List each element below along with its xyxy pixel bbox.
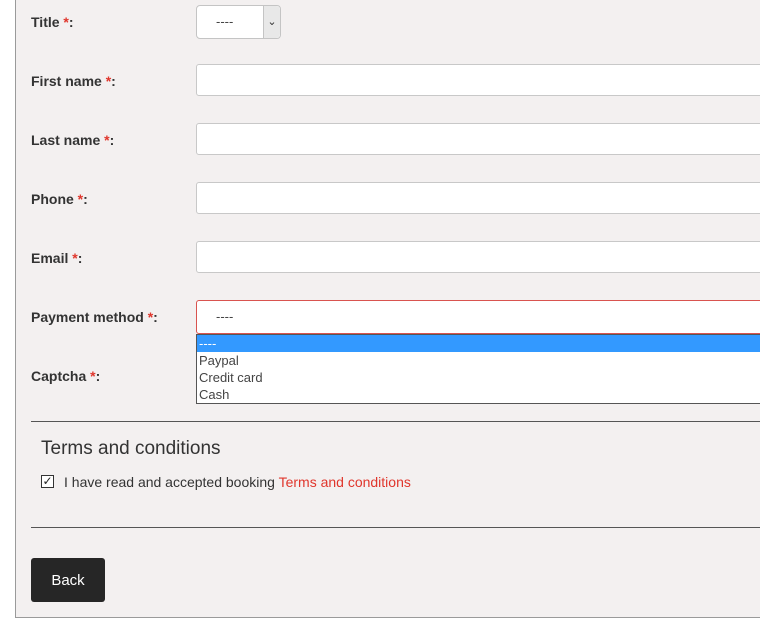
chevron-down-icon: ⌄	[263, 6, 280, 38]
captcha-label: Captcha *:	[31, 368, 101, 384]
payment-method-value: ----	[216, 309, 234, 324]
terms-heading: Terms and conditions	[41, 438, 221, 459]
terms-link[interactable]: Terms and conditions	[279, 474, 411, 490]
section-divider	[31, 421, 760, 422]
back-button[interactable]: Back	[31, 558, 105, 602]
payment-option[interactable]: Credit card	[197, 369, 760, 386]
payment-option[interactable]: ----	[197, 335, 760, 352]
title-label: Title *:	[31, 14, 74, 30]
payment-method-dropdown[interactable]: ---- Paypal Credit card Cash	[196, 334, 760, 404]
payment-option[interactable]: Cash	[197, 386, 760, 403]
first-name-label: First name *:	[31, 73, 116, 89]
terms-statement: I have read and accepted booking Terms a…	[64, 474, 411, 490]
email-label: Email *:	[31, 250, 83, 266]
title-select[interactable]: ---- ⌄	[196, 5, 281, 39]
payment-method-label: Payment method *:	[31, 309, 158, 325]
email-input[interactable]	[196, 241, 760, 273]
section-divider	[31, 527, 760, 528]
last-name-label: Last name *:	[31, 132, 115, 148]
first-name-input[interactable]	[196, 64, 760, 96]
payment-option[interactable]: Paypal	[197, 352, 760, 369]
last-name-input[interactable]	[196, 123, 760, 155]
title-select-value: ----	[216, 14, 234, 29]
payment-method-select[interactable]: ----	[196, 300, 760, 334]
phone-label: Phone *:	[31, 191, 88, 207]
terms-checkbox[interactable]: ✓	[41, 475, 54, 488]
phone-input[interactable]	[196, 182, 760, 214]
